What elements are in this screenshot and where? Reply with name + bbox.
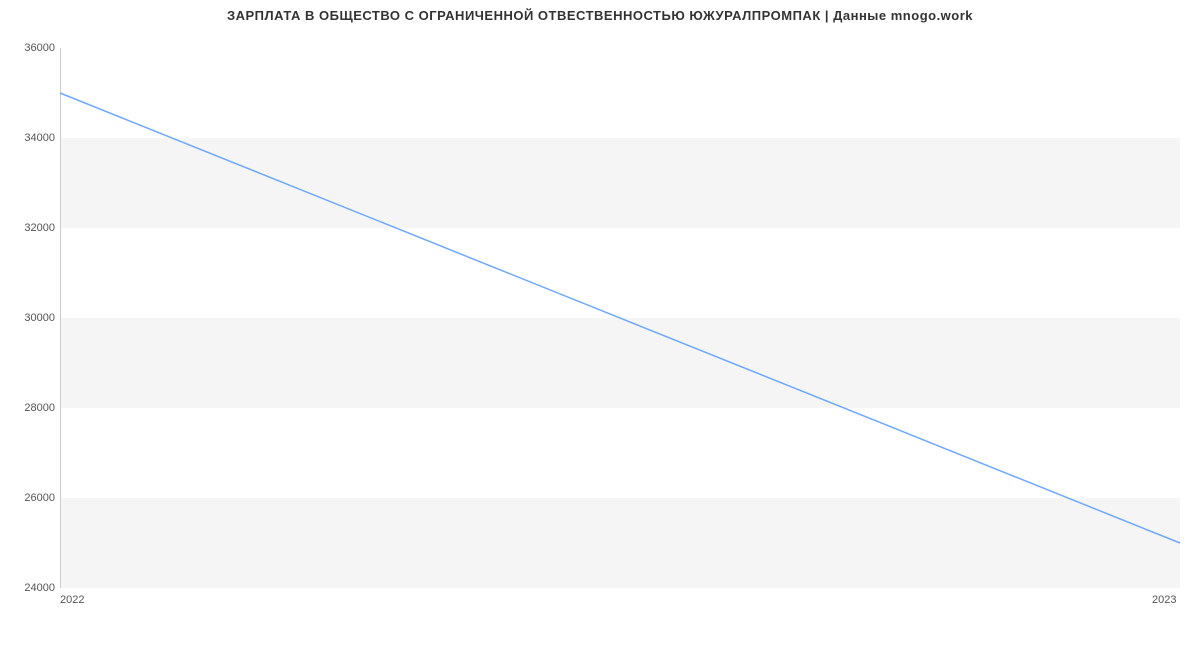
series-line [60, 93, 1180, 543]
chart-container: ЗАРПЛАТА В ОБЩЕСТВО С ОГРАНИЧЕННОЙ ОТВЕС… [0, 0, 1200, 650]
y-tick-label: 34000 [5, 132, 55, 144]
y-tick-label: 28000 [5, 402, 55, 414]
chart-title: ЗАРПЛАТА В ОБЩЕСТВО С ОГРАНИЧЕННОЙ ОТВЕС… [0, 8, 1200, 23]
x-tick-label: 2023 [1152, 594, 1176, 606]
y-tick-label: 36000 [5, 42, 55, 54]
line-layer [60, 48, 1180, 588]
x-tick-label: 2022 [60, 594, 84, 606]
y-tick-label: 24000 [5, 582, 55, 594]
y-tick-label: 26000 [5, 492, 55, 504]
y-tick-label: 32000 [5, 222, 55, 234]
y-tick-label: 30000 [5, 312, 55, 324]
